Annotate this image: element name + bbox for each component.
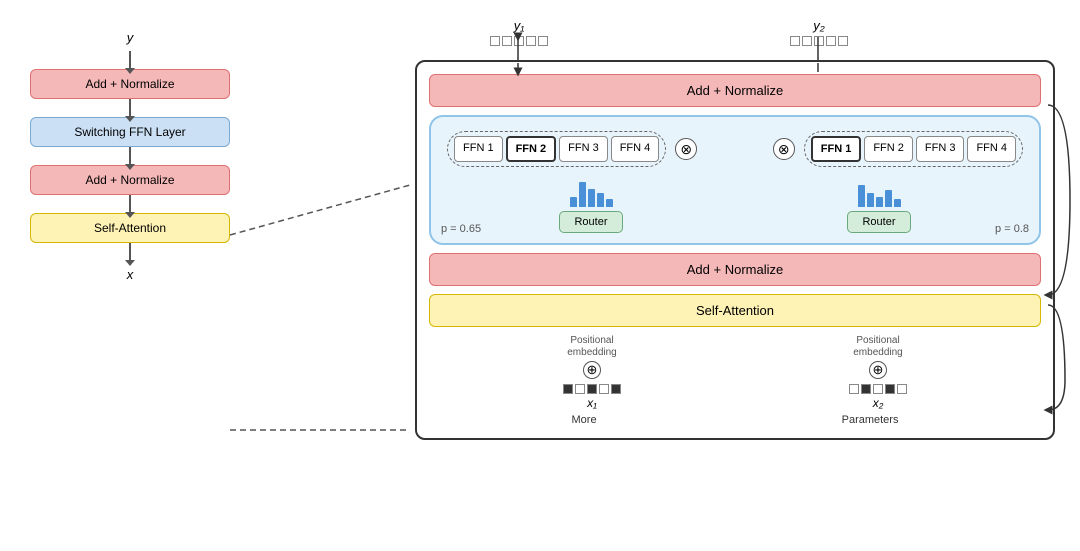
x1-input-section: Positionalembedding ⊕ x₁ [563,335,621,410]
arrow-2 [129,147,131,165]
hist-bar-2 [579,182,586,207]
left-ffn2-bold: FFN 2 [506,136,557,162]
arrow-1 [129,99,131,117]
x2-pos-embed-label: Positionalembedding [853,335,902,359]
right-histogram [858,177,901,207]
left-ffn-oval: FFN 1 FFN 2 FFN 3 FFN 4 [447,131,666,167]
right-top-add-normalize: Add + Normalize [429,74,1041,107]
right-outer-box: Add + Normalize FFN 1 FFN 2 FFN 3 FFN 4 … [415,60,1055,440]
left-diagram: y Add + Normalize Switching FFN Layer Ad… [20,30,240,282]
hist-bar-1 [570,197,577,207]
left-y-label: y [127,30,134,45]
right-ffn-group: ⊗ FFN 1 FFN 2 FFN 3 FFN 4 [767,131,1023,167]
left-router-box: Router [559,211,622,233]
right-ffn4: FFN 4 [967,136,1016,162]
arrow-y [129,51,131,69]
left-x-label: x [127,267,134,282]
router-row: Router Router [447,177,1023,233]
hist-bar-3 [588,189,595,207]
bottom-inputs-row: Positionalembedding ⊕ x₁ Positionalembed… [429,335,1041,410]
y1-grid [490,36,548,46]
p-right-label: p = 0.8 [995,223,1029,235]
y2-section: y₂ [790,18,848,46]
p-left-label: p = 0.65 [441,223,481,235]
left-ffn3: FFN 3 [559,136,608,162]
hist-bar-r4 [885,190,892,207]
y2-grid [790,36,848,46]
arrow-3 [129,195,131,213]
x2-input-section: Positionalembedding ⊕ x₂ [849,335,907,410]
x2-grid [849,384,907,394]
left-router-section: Router [559,177,622,233]
left-ffn4: FFN 4 [611,136,660,162]
y1-label: y₁ [514,18,525,33]
right-multiply: ⊗ [773,138,795,160]
more-label: More [572,414,597,426]
right-ffn3: FFN 3 [916,136,965,162]
y2-label: y₂ [813,18,824,33]
right-bottom-add-normalize: Add + Normalize [429,253,1041,286]
y1-section: y₁ [490,18,548,46]
x1-label: x₁ [587,396,597,410]
right-self-attention: Self-Attention [429,294,1041,327]
ffn-row: FFN 1 FFN 2 FFN 3 FFN 4 ⊗ ⊗ FFN 1 FFN 2 … [447,131,1023,167]
x1-pos-embed-label: Positionalembedding [567,335,616,359]
x2-plus-circle: ⊕ [869,361,887,379]
right-ffn-oval: FFN 1 FFN 2 FFN 3 FFN 4 [804,131,1023,167]
right-top-add-normalize-label: Add + Normalize [687,83,783,98]
right-router-box: Router [847,211,910,233]
left-histogram [570,177,613,207]
hist-bar-r5 [894,199,901,207]
left-ffn-group: FFN 1 FFN 2 FFN 3 FFN 4 ⊗ [447,131,703,167]
right-router-section: Router [847,177,910,233]
hist-bar-5 [606,199,613,207]
hist-bar-r1 [858,185,865,207]
hist-bar-r3 [876,197,883,207]
right-bottom-add-normalize-label: Add + Normalize [687,262,783,277]
params-label: Parameters [842,414,899,426]
more-params-row: More Parameters [429,414,1041,426]
x1-grid [563,384,621,394]
hist-bar-r2 [867,193,874,207]
right-self-attention-label: Self-Attention [696,303,774,318]
hist-bar-4 [597,193,604,207]
x2-label: x₂ [873,396,884,410]
right-ffn1-bold: FFN 1 [811,136,862,162]
diagram-container: y Add + Normalize Switching FFN Layer Ad… [0,0,1080,551]
right-ffn2: FFN 2 [864,136,913,162]
left-multiply: ⊗ [675,138,697,160]
x1-plus-circle: ⊕ [583,361,601,379]
blue-inner-box: FFN 1 FFN 2 FFN 3 FFN 4 ⊗ ⊗ FFN 1 FFN 2 … [429,115,1041,245]
left-ffn1: FFN 1 [454,136,503,162]
arrow-4 [129,243,131,261]
